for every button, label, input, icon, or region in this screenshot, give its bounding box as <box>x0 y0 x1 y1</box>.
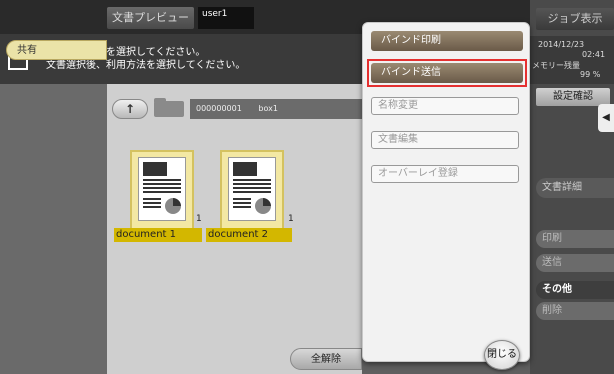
box-name: box1 <box>258 104 278 113</box>
status-time: 02:41 <box>582 50 606 59</box>
clear-all-button[interactable]: 全解除 <box>290 348 362 370</box>
settings-check-button[interactable]: 設定確認 <box>536 88 610 106</box>
edit-document-button[interactable]: 文書編集 <box>371 131 519 149</box>
tab-delete[interactable]: 削除 <box>536 302 614 320</box>
document-preview-button[interactable]: 文書プレビュー <box>107 7 194 29</box>
box-path: 000000001 box1 <box>190 99 362 119</box>
memory-label: メモリー残量 <box>532 61 580 70</box>
bind-send-button[interactable]: バインド送信 <box>371 63 523 83</box>
document-count-1: 1 <box>196 214 202 224</box>
document-page-icon <box>228 157 276 221</box>
tab-print[interactable]: 印刷 <box>536 230 614 248</box>
status-date: 2014/12/23 <box>538 40 585 49</box>
document-thumbnail-2[interactable] <box>220 150 284 230</box>
side-panel-toggle-icon[interactable]: ◀ <box>598 104 614 132</box>
folder-icon <box>154 98 184 117</box>
bind-print-button[interactable]: バインド印刷 <box>371 31 523 51</box>
tab-other[interactable]: その他 <box>536 281 614 299</box>
close-button[interactable]: 閉じる <box>484 340 520 370</box>
document-detail-button[interactable]: 文書詳細 <box>536 178 614 198</box>
document-count-2: 1 <box>288 214 294 224</box>
rename-button[interactable]: 名称変更 <box>371 97 519 115</box>
document-page-icon <box>138 157 186 221</box>
status-box: 2014/12/23 02:41 メモリー残量 99 % <box>530 36 614 84</box>
box-number: 000000001 <box>196 104 242 113</box>
user-field: user1 <box>198 7 254 29</box>
tab-send[interactable]: 送信 <box>536 254 614 272</box>
document-thumbnail-1[interactable] <box>130 150 194 230</box>
path-bar: ↑ 000000001 box1 <box>112 98 362 119</box>
memory-value: 99 % <box>580 70 601 79</box>
document-label-2[interactable]: document 2 <box>206 228 292 242</box>
document-label-1[interactable]: document 1 <box>114 228 202 242</box>
shared-tab[interactable]: 共有 <box>6 40 107 60</box>
up-folder-button[interactable]: ↑ <box>112 99 148 119</box>
overlay-register-button[interactable]: オーバーレイ登録 <box>371 165 519 183</box>
other-menu-popup: バインド印刷 バインド送信 名称変更 文書編集 オーバーレイ登録 <box>362 22 530 362</box>
left-panel <box>0 84 107 374</box>
job-display-button[interactable]: ジョブ表示 <box>536 8 614 30</box>
